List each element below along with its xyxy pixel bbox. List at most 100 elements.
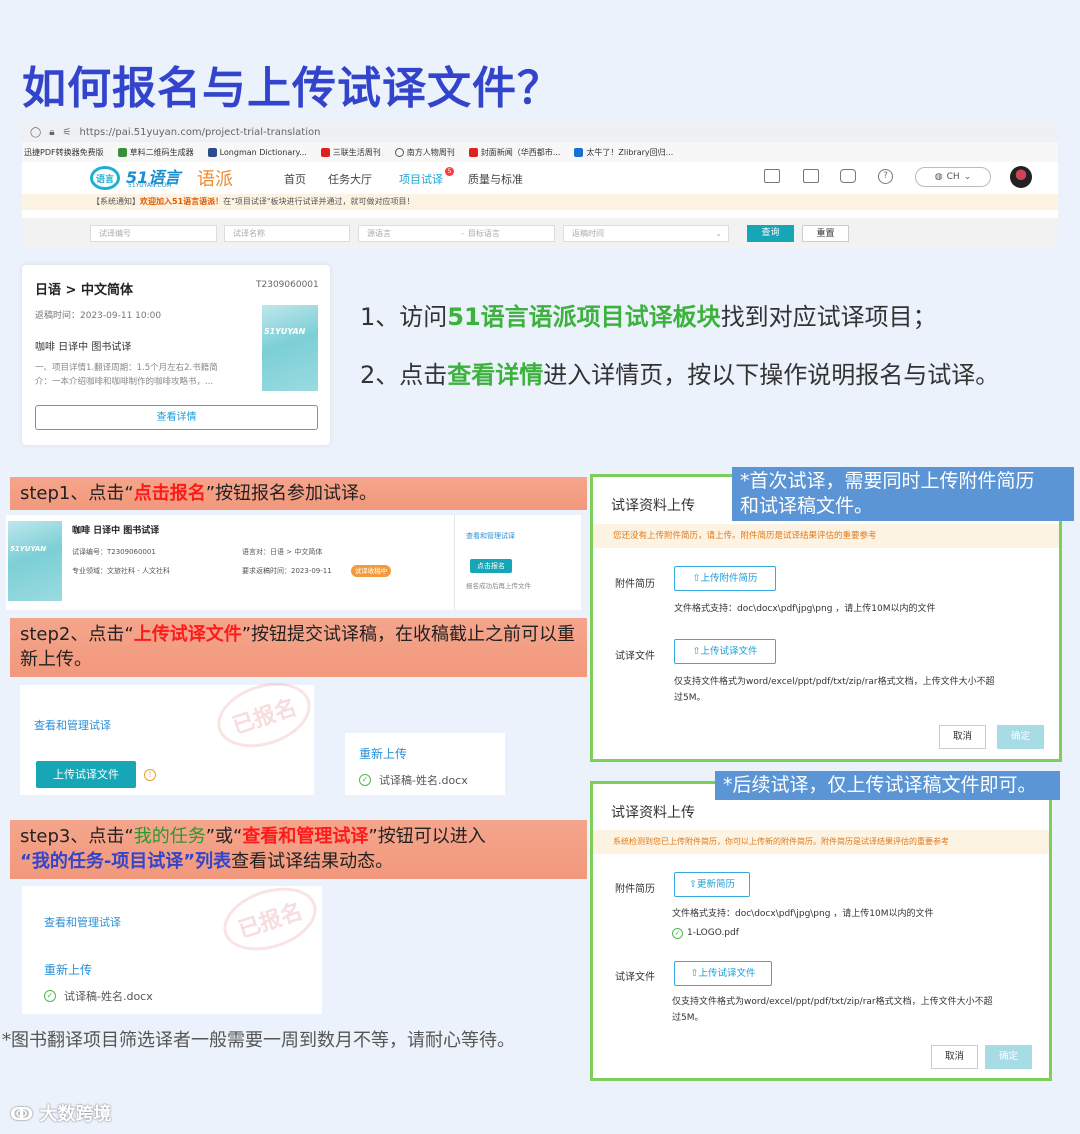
bookmark-item[interactable]: 三联生活周刊 [320, 147, 381, 158]
document-icon[interactable] [803, 169, 819, 183]
return-time-placeholder: 返稿时间 [572, 229, 604, 238]
language-select[interactable]: ◍ CH ⌄ [915, 167, 991, 187]
watermark: ↂ 大数跨境 [10, 1100, 111, 1126]
step1-banner: step1、点击“点击报名”按钮报名参加试译。 [10, 477, 587, 510]
dialog-title: 试译资料上传 [611, 498, 695, 514]
step-highlight: 我的任务 [133, 826, 206, 847]
search-button[interactable]: 查询 [747, 225, 794, 242]
address-bar[interactable]: ◯ 🔒︎ ⚟ https://pai.51yuyan.com/project-t… [22, 122, 1058, 142]
source-language[interactable]: 源语言 [367, 226, 457, 241]
nav-task-hall[interactable]: 任务大厅 [328, 171, 372, 187]
help-icon[interactable]: ? [878, 169, 893, 184]
project-card: 日语 > 中文简体 T2309060001 返稿时间：2023-09-11 10… [22, 265, 330, 445]
manage-trial-link[interactable]: 查看和管理试译 [466, 531, 515, 541]
lock-icon: 🔒︎ [49, 126, 55, 138]
step2-screenshot-right: 重新上传 ✓ 试译稿-姓名.docx [345, 733, 505, 795]
bookmark-item[interactable]: 草料二维码生成器 [117, 147, 194, 158]
upload-trial-file-button[interactable]: 上传试译文件 [36, 761, 136, 788]
globe-icon: ◍ [934, 172, 943, 182]
logo-icon: 语言 [90, 166, 120, 190]
language-pair-input[interactable]: 源语言 - 目标语言 [358, 225, 555, 242]
cover-label: 51YUYAN [10, 545, 47, 553]
upload-trial-label: 上传试译文件 [700, 646, 758, 657]
project-name: 咖啡 日译中 图书试译 [35, 342, 132, 353]
upload-resume-label: 上传附件简历 [700, 573, 758, 584]
name-input[interactable]: 试译名称 [224, 225, 350, 242]
dash: - [461, 229, 464, 238]
manage-trial-link[interactable]: 查看和管理试译 [34, 717, 111, 733]
chevron-down-icon: ⌄ [963, 172, 972, 182]
page-title: 如何报名与上传试译文件？ [22, 63, 562, 114]
notice-prefix: 【系统通知】 [92, 197, 140, 206]
qr-icon [117, 147, 127, 157]
instruction-highlight: 查看详情 [447, 361, 544, 389]
list-icon[interactable] [764, 169, 780, 183]
step2-screenshot-left: 已报名 查看和管理试译 上传试译文件 ! [20, 671, 319, 795]
instruction-text: 2、点击 [360, 361, 448, 389]
trial-format-hint: 仅支持文件格式为word/excel/ppt/pdf/txt/zip/rar格式… [674, 677, 995, 687]
logo-subtext: 51YUYAN.COM [128, 182, 172, 189]
instruction-line-2: 2、点击查看详情进入详情页，按以下操作说明报名与试译。 [360, 355, 999, 390]
uploaded-file[interactable]: 试译稿-姓名.docx [379, 772, 468, 788]
nav-project-trial[interactable]: 项目试译 [399, 171, 443, 187]
warning-icon[interactable]: ! [144, 769, 156, 781]
target-language[interactable]: 目标语言 [468, 226, 500, 241]
url-text[interactable]: https://pai.51yuyan.com/project-trial-tr… [80, 127, 321, 138]
upload-trial-file-button[interactable]: ⇧上传试译文件 [674, 961, 772, 986]
first-trial-callout: *首次试译，需要同时上传附件简历 和试译稿文件。 [732, 467, 1074, 521]
nav-home[interactable]: 首页 [284, 171, 306, 187]
manage-trial-link[interactable]: 查看和管理试译 [44, 914, 121, 930]
instruction-text: 找到对应试译项目； [720, 303, 937, 331]
reupload-link[interactable]: 重新上传 [359, 745, 407, 762]
code-input[interactable]: 试译编号 [90, 225, 217, 242]
project-field: 专业领域：文旅社科 - 人文社科 [72, 567, 170, 575]
project-description: 一、项目详情1.翻译周期：1.5个月左右2.书籍简 [35, 363, 218, 373]
resume-format-hint: 文件格式支持：doc\docx\pdf\jpg\png ，请上传10M以内的文件 [672, 909, 934, 919]
reupload-link[interactable]: 重新上传 [44, 961, 92, 978]
system-notice: 【系统通知】欢迎加入51语言语派！在"项目试译"板块进行试译并通过，就可做对应项… [22, 194, 1058, 210]
cover-label: 51YUYAN [264, 327, 306, 336]
bookmark-item[interactable]: 迅捷PDF转换器免费版 [24, 147, 104, 158]
message-icon[interactable] [840, 169, 856, 183]
bookmark-item[interactable]: 太牛了！Zlibrary回归... [574, 147, 673, 158]
weibo-icon: ↂ [10, 1104, 34, 1125]
view-details-button[interactable]: 查看详情 [35, 405, 318, 430]
nav-quality[interactable]: 质量与标准 [468, 171, 523, 187]
confirm-button[interactable]: 确定 [985, 1045, 1032, 1069]
check-icon: ✓ [672, 928, 683, 939]
filter-bar: 试译编号 试译名称 源语言 - 目标语言 返稿时间 ⌄ 查询 重置 [22, 218, 1058, 248]
uploaded-file[interactable]: 试译稿-姓名.docx [64, 988, 153, 1004]
avatar[interactable] [1010, 166, 1032, 188]
confirm-button[interactable]: 确定 [997, 725, 1044, 749]
upload-trial-file-button[interactable]: ⇧上传试译文件 [674, 639, 776, 664]
resume-label: 附件简历 [615, 884, 655, 895]
instruction-text: 1、访问 [360, 303, 448, 331]
step-text: ”按钮报名参加试译。 [205, 483, 378, 504]
return-time-input[interactable]: 返稿时间 ⌄ [563, 225, 729, 242]
check-icon: ✓ [359, 774, 371, 786]
upload-resume-button[interactable]: ⇧上传附件简历 [674, 566, 776, 591]
signup-button[interactable]: 点击报名 [470, 559, 512, 573]
bookmark-item[interactable]: 南方人物周刊 [394, 147, 455, 158]
step-text: step1、点击“ [20, 483, 134, 504]
bookmark-item[interactable]: Longman Dictionary... [207, 147, 307, 157]
book-icon [207, 147, 217, 157]
instruction-text: 进入详情页，按以下操作说明报名与试译。 [543, 361, 1000, 389]
project-description: 介：一本介绍咖啡和咖啡制作的咖啡攻略书，... [35, 377, 214, 387]
upload-trial-label: 上传试译文件 [698, 968, 756, 979]
check-icon: ✓ [44, 990, 56, 1002]
watermark-text: 大数跨境 [39, 1104, 112, 1125]
cancel-button[interactable]: 取消 [939, 725, 986, 749]
step-text: step2、点击“ [20, 624, 134, 645]
reset-button[interactable]: 重置 [802, 225, 849, 242]
resume-file[interactable]: 1-LOGO.pdf [687, 928, 739, 938]
resume-label: 附件简历 [615, 579, 655, 590]
language-pair: 日语 > 中文简体 [35, 283, 133, 298]
cancel-button[interactable]: 取消 [931, 1045, 978, 1069]
trial-file-label: 试译文件 [615, 651, 655, 662]
signup-hint: 报名成功后再上传文件 [466, 582, 531, 590]
shield-icon: ◯ [30, 126, 42, 138]
bookmark-item[interactable]: 封面新闻（华西都市... [468, 147, 560, 158]
update-resume-button[interactable]: ⇧更新简历 [674, 872, 750, 897]
trial-format-hint: 仅支持文件格式为word/excel/ppt/pdf/txt/zip/rar格式… [672, 997, 993, 1007]
